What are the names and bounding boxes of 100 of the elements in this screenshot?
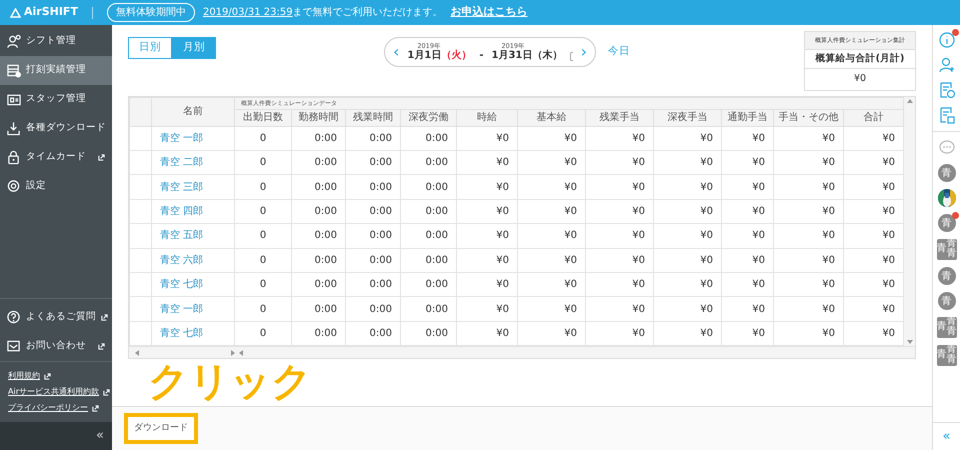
table-cell: 0:00	[346, 199, 400, 224]
table-cell: ¥0	[518, 126, 586, 150]
table-cell: ¥0	[456, 199, 518, 224]
column-header: 深夜労働	[400, 109, 456, 126]
staff-name-link[interactable]: 青空 一郎	[152, 296, 234, 322]
sidebar-item[interactable]: 各種ダウンロード	[0, 114, 112, 143]
table-cell: 0	[234, 272, 292, 297]
info-icon[interactable]	[938, 31, 956, 49]
sidebar-item[interactable]: 打刻実績管理	[0, 56, 112, 85]
download-button[interactable]: ダウンロード	[124, 412, 198, 444]
table-cell: 0:00	[292, 224, 346, 248]
view-tab[interactable]: 月別	[172, 37, 216, 59]
table-cell: ¥0	[654, 272, 722, 297]
staff-name-link[interactable]: 青空 六郎	[152, 248, 234, 272]
staff-name-link[interactable]: 青空 一郎	[152, 126, 234, 150]
column-header: 合計	[844, 109, 904, 126]
table-cell: 0:00	[400, 150, 456, 175]
table-cell: ¥0	[456, 248, 518, 272]
table-cell: ¥0	[456, 272, 518, 297]
avatar[interactable]: 青	[938, 267, 956, 285]
table-cell: ¥0	[722, 224, 774, 248]
table-cell: 0:00	[400, 248, 456, 272]
avatar[interactable]: 青	[938, 292, 956, 310]
avatar[interactable]: 青	[938, 164, 956, 182]
table-cell: ¥0	[586, 199, 654, 224]
summary-heading: 概算給与合計(月計)	[805, 50, 915, 70]
download-icon	[7, 121, 21, 136]
table-cell: 0	[234, 150, 292, 175]
table-cell: 0:00	[400, 296, 456, 322]
summary-value: ¥0	[852, 72, 868, 86]
logo-icon	[10, 8, 21, 18]
table-cell: ¥0	[654, 199, 722, 224]
id-card-icon	[7, 92, 21, 107]
table-cell: 0:00	[292, 272, 346, 297]
external-link-icon	[92, 404, 99, 412]
sidebar-item[interactable]: お問い合わせ	[0, 332, 112, 361]
sidebar-item[interactable]: タイムカード	[0, 143, 112, 172]
table-cell: ¥0	[518, 150, 586, 175]
lock-icon	[7, 150, 21, 165]
table-cell: 0:00	[292, 296, 346, 322]
footer-link[interactable]: Airサービス共通利用約款	[0, 384, 112, 400]
trial-badge: 無料体験期間中	[106, 3, 195, 22]
external-link-icon	[44, 372, 51, 380]
apply-link[interactable]: お申込はこちら	[450, 4, 528, 21]
people-icon	[7, 34, 21, 49]
table-cell: 0:00	[346, 296, 400, 322]
table-cell: ¥0	[518, 248, 586, 272]
staff-name-link[interactable]: 青空 三郎	[152, 174, 234, 200]
table-cell: ¥0	[774, 248, 844, 272]
document-delete-icon[interactable]	[938, 106, 956, 124]
sidebar-item[interactable]: よくあるご質問	[0, 303, 112, 332]
next-button[interactable]: ›	[580, 44, 587, 60]
column-header: 時給	[456, 109, 518, 126]
table-cell: ¥0	[456, 150, 518, 175]
sidebar-item[interactable]: 設定	[0, 172, 112, 201]
table-cell: ¥0	[518, 199, 586, 224]
trial-notice: 2019/03/31 23:59まで無料でご利用いただけます。	[202, 6, 443, 20]
staff-name-link[interactable]: 青空 四郎	[152, 199, 234, 224]
table-cell: ¥0	[774, 174, 844, 200]
today-button[interactable]: 今日	[602, 43, 636, 61]
table-cell: 0	[234, 224, 292, 248]
table-cell: ¥0	[654, 126, 722, 150]
table-cell: ¥0	[518, 272, 586, 297]
footer-link[interactable]: プライバシーポリシー	[0, 400, 112, 416]
staff-name-link[interactable]: 青空 五郎	[152, 224, 234, 248]
horizontal-scrollbar[interactable]	[129, 346, 915, 358]
scroll-left-icon[interactable]	[239, 350, 243, 356]
person-add-icon[interactable]	[938, 56, 956, 74]
help-icon	[7, 310, 21, 325]
footer-link[interactable]: 利用規約	[0, 368, 112, 384]
table-cell: ¥0	[774, 224, 844, 248]
table-cell: 0:00	[400, 272, 456, 297]
scroll-right-icon[interactable]	[231, 350, 235, 356]
table-cell: 0	[234, 126, 292, 150]
table-cell: ¥0	[722, 272, 774, 297]
avatar[interactable]: 青	[938, 214, 956, 232]
table-cell: 0:00	[400, 224, 456, 248]
document-check-icon[interactable]	[938, 81, 956, 99]
staff-name-link[interactable]: 青空 二郎	[152, 150, 234, 175]
staff-name-link[interactable]: 青空 七郎	[152, 272, 234, 297]
column-header: 残業手当	[586, 109, 654, 126]
table-cell: 0:00	[292, 150, 346, 175]
vertical-scrollbar[interactable]	[904, 96, 915, 346]
table-cell: 0:00	[292, 248, 346, 272]
table-cell: ¥0	[586, 272, 654, 297]
table-cell: ¥0	[518, 174, 586, 200]
table-cell: ¥0	[518, 296, 586, 322]
view-tab[interactable]: 日別	[128, 37, 172, 59]
table-cell: 0:00	[292, 126, 346, 150]
table-cell: 0:00	[346, 150, 400, 175]
date-label: 1月1日	[407, 50, 442, 62]
table-cell: ¥0	[586, 224, 654, 248]
table-cell: 0:00	[292, 174, 346, 200]
sidebar-item[interactable]: シフト管理	[0, 27, 112, 56]
collapse-button[interactable]: «	[0, 422, 112, 450]
sidebar-item[interactable]: スタッフ管理	[0, 85, 112, 114]
previous-button[interactable]: ‹	[393, 44, 400, 60]
table-cell: 0	[234, 296, 292, 322]
scroll-up-icon[interactable]	[906, 98, 913, 103]
scroll-left-icon[interactable]	[135, 350, 139, 356]
